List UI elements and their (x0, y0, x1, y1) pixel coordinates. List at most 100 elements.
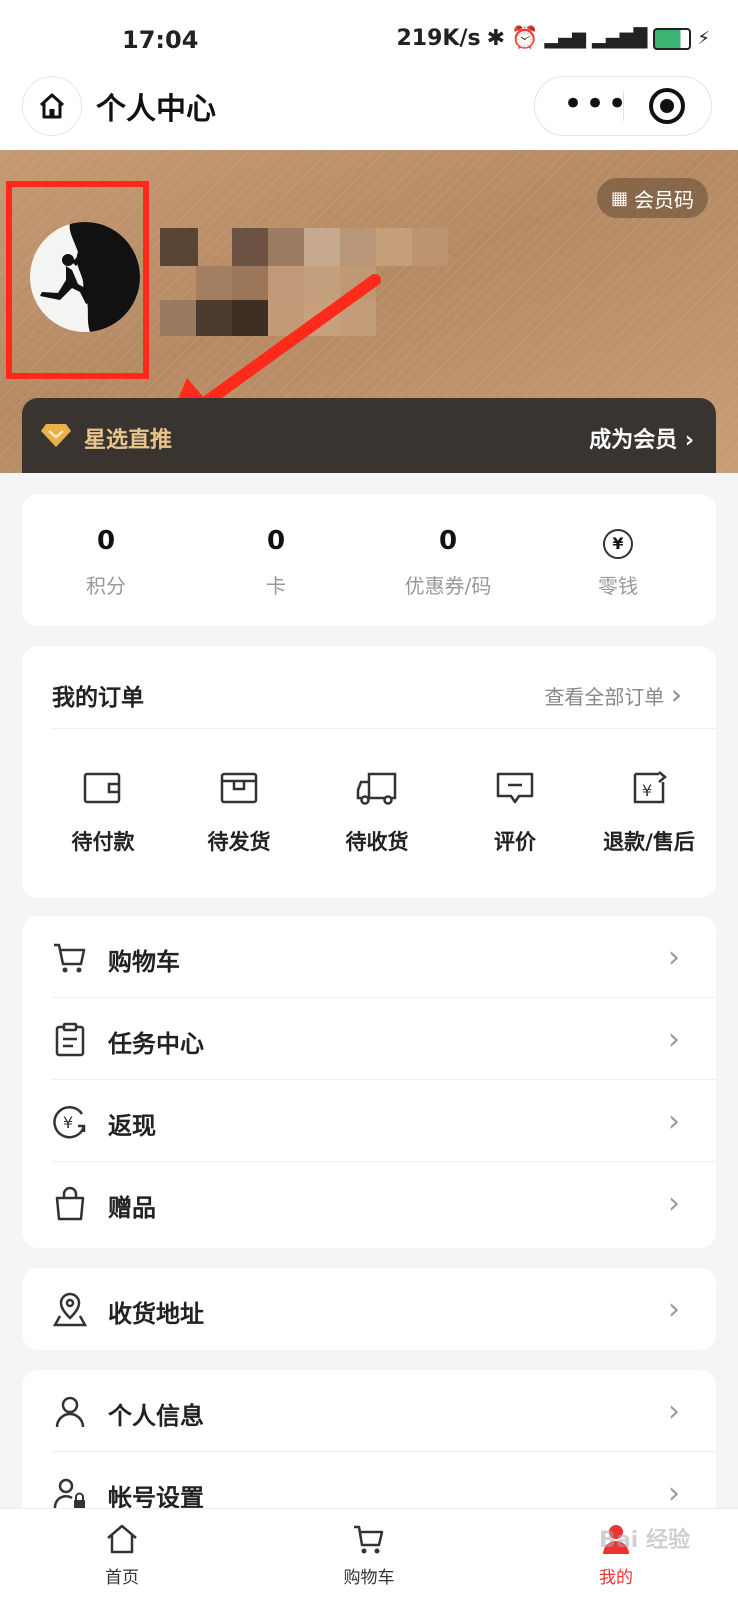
svg-text:¥: ¥ (63, 1113, 73, 1132)
coupons-value: 0 (438, 526, 458, 556)
tab-label: 首页 (105, 1568, 139, 1588)
order-pending-shipment[interactable]: 待发货 (174, 770, 304, 856)
avatar-highlight-box (6, 181, 149, 379)
page-title: 个人中心 (96, 92, 216, 127)
menu-label: 个人信息 (108, 1402, 204, 1430)
nav-bar: 个人中心 ••• (0, 66, 738, 150)
truck-icon (356, 772, 397, 805)
chevron-right-icon: › (670, 678, 682, 711)
wallet-icon (83, 772, 121, 804)
join-member-link[interactable]: 成为会员 › (589, 422, 694, 454)
menu-label: 赠品 (108, 1194, 156, 1222)
clipboard-icon (55, 1022, 85, 1057)
tab-cart[interactable]: 购物车 (309, 1523, 429, 1588)
address-card: 收货地址 › (22, 1268, 716, 1350)
gift-bag-icon (55, 1186, 85, 1221)
order-pending-receipt[interactable]: 待收货 (312, 770, 442, 856)
bluetooth-icon: ✱ (486, 26, 506, 51)
tab-label: 购物车 (343, 1568, 395, 1588)
menu-item-cart[interactable]: 购物车 › (22, 916, 716, 998)
order-label: 待收货 (345, 830, 409, 854)
tab-label: 我的 (599, 1568, 633, 1588)
status-icons: 219K/s ✱ ⏰ ▂▄▆ ▂▄▆█ ⚡ (397, 26, 711, 51)
tab-home[interactable]: 首页 (62, 1523, 182, 1588)
divider (52, 728, 716, 729)
vip-program-name: 星选直推 (84, 428, 173, 453)
order-label: 评价 (494, 830, 536, 854)
coupons-label: 优惠券/码 (404, 574, 492, 598)
svg-text:¥: ¥ (642, 781, 652, 800)
home-icon (39, 93, 65, 119)
orders-card: 我的订单 查看全部订单 › 待付款 待发货 待收货 评价 ¥ 退款/售后 (22, 646, 716, 898)
user-icon (55, 1396, 85, 1428)
points-label: 积分 (86, 574, 126, 598)
alarm-icon: ⏰ (511, 26, 539, 51)
signal-5g-icon: ▂▄▆ (544, 28, 586, 49)
chevron-right-icon: › (668, 1104, 680, 1139)
comment-icon (496, 772, 534, 804)
menu-item-task-center[interactable]: 任务中心 › (22, 998, 716, 1080)
points-value: 0 (96, 526, 116, 556)
function-menu: 购物车 › 任务中心 › ¥ 返现 › 赠品 › (22, 916, 716, 1248)
baidu-watermark: Bai 经验 (599, 1528, 690, 1553)
chevron-right-icon: › (668, 940, 680, 975)
more-icon[interactable]: ••• (563, 87, 629, 121)
orders-title: 我的订单 (52, 685, 144, 711)
order-label: 待发货 (207, 830, 271, 854)
location-icon (52, 1292, 88, 1327)
status-time: 17:04 (122, 26, 199, 54)
chevron-right-icon: › (668, 1476, 680, 1511)
mini-program-capsule: ••• (534, 76, 712, 136)
points-stat[interactable]: 0 积分 (36, 524, 176, 599)
wallet-label: 零钱 (598, 574, 638, 598)
order-review[interactable]: 评价 (450, 770, 580, 856)
menu-label: 购物车 (108, 948, 180, 976)
package-icon (220, 772, 258, 804)
cards-label: 卡 (266, 574, 286, 598)
cards-stat[interactable]: 0 卡 (206, 524, 346, 599)
close-target-icon[interactable] (649, 88, 685, 124)
menu-item-personal-info[interactable]: 个人信息 › (22, 1370, 716, 1452)
cards-value: 0 (266, 526, 286, 556)
menu-item-address[interactable]: 收货地址 › (22, 1268, 716, 1350)
home-button[interactable] (22, 76, 82, 136)
network-speed: 219K/s (396, 26, 481, 51)
join-member-label: 成为会员 (589, 428, 678, 453)
yuan-icon: ¥ (603, 529, 633, 559)
vip-banner[interactable]: 星选直推 成为会员 › (22, 398, 716, 473)
charging-icon: ⚡ (697, 28, 710, 49)
cart-icon (354, 1525, 384, 1554)
menu-item-cashback[interactable]: ¥ 返现 › (22, 1080, 716, 1162)
view-all-orders-link[interactable]: 查看全部订单 › (544, 678, 682, 711)
wallet-stat[interactable]: ¥ 零钱 (548, 524, 688, 599)
menu-label: 收货地址 (108, 1300, 204, 1328)
barcode-icon: ▦ (610, 187, 628, 209)
coupons-stat[interactable]: 0 优惠券/码 (378, 524, 518, 599)
member-code-label: 会员码 (634, 187, 694, 212)
user-header: ▦ 会员码 星选直推 成为会员 › (0, 150, 738, 473)
order-label: 待付款 (71, 830, 135, 854)
cart-icon (54, 943, 86, 973)
menu-label: 任务中心 (108, 1030, 204, 1058)
user-lock-icon (53, 1478, 85, 1509)
capsule-divider (623, 91, 624, 121)
order-refund[interactable]: ¥ 退款/售后 (584, 770, 714, 856)
menu-label: 返现 (108, 1112, 156, 1140)
assets-card: 0 积分 0 卡 0 优惠券/码 ¥ 零钱 (22, 494, 716, 626)
order-label: 退款/售后 (603, 830, 695, 854)
view-all-orders-label: 查看全部订单 (544, 685, 665, 709)
chevron-right-icon: › (668, 1292, 680, 1327)
member-code-button[interactable]: ▦ 会员码 (596, 178, 708, 218)
refund-icon: ¥ (633, 771, 667, 804)
menu-item-gifts[interactable]: 赠品 › (22, 1162, 716, 1244)
cashback-icon: ¥ (53, 1106, 86, 1139)
chevron-right-icon: › (668, 1186, 680, 1221)
battery-icon (653, 27, 692, 50)
chevron-right-icon: › (668, 1394, 680, 1429)
chevron-right-icon: › (684, 428, 694, 453)
signal-4g-icon: ▂▄▆█ (591, 28, 648, 49)
home-icon (107, 1524, 137, 1554)
diamond-icon (41, 424, 71, 447)
order-pending-payment[interactable]: 待付款 (38, 770, 168, 856)
chevron-right-icon: › (668, 1022, 680, 1057)
